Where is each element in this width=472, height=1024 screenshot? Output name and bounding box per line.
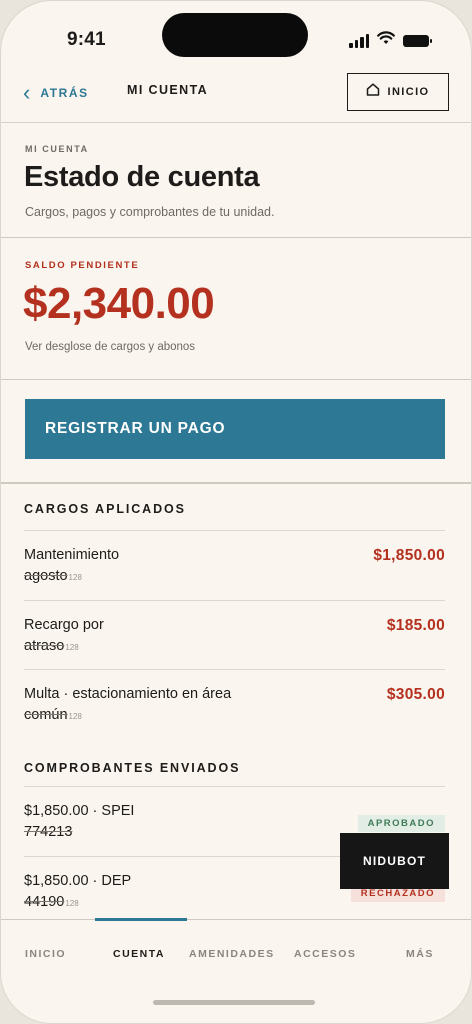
home-button[interactable]: INICIO	[347, 73, 449, 111]
charge-name: Recargo por atraso128	[24, 617, 104, 654]
charge-name: Multa · estacionamiento en área común128	[24, 686, 232, 723]
wifi-icon	[377, 31, 395, 50]
back-label: ATRÁS	[40, 86, 89, 100]
tab-mas[interactable]: MÁS	[406, 948, 434, 960]
charge-amount: $1,850.00	[373, 547, 445, 564]
charges-heading: CARGOS APLICADOS	[24, 502, 186, 516]
breakdown-link[interactable]: Ver desglose de cargos y abonos	[25, 341, 195, 353]
dynamic-island	[162, 13, 308, 57]
tab-amenidades[interactable]: AMENIDADES	[189, 948, 275, 960]
page-title: Estado de cuenta	[24, 161, 260, 193]
charge-name: Mantenimiento agosto128	[24, 547, 120, 584]
chevron-left-icon: ‹	[23, 80, 31, 105]
status-bar: 9:41	[1, 1, 471, 71]
top-nav: ‹ ATRÁS MI CUENTA INICIO	[1, 71, 471, 123]
charge-amount: $305.00	[386, 686, 445, 703]
charge-row[interactable]: Recargo por atraso128 $185.00	[24, 600, 445, 669]
receipt-name: $1,850.00 · SPEI 774213	[24, 803, 135, 840]
bottom-tab-bar: INICIO CUENTA AMENIDADES ACCESOS MÁS	[1, 918, 471, 1023]
header-title: MI CUENTA	[127, 83, 209, 97]
charge-row[interactable]: Multa · estacionamiento en área común128…	[24, 669, 445, 739]
page-eyebrow: MI CUENTA	[25, 144, 89, 154]
battery-icon	[403, 34, 432, 47]
signal-icon	[349, 33, 369, 48]
page-subtitle: Cargos, pagos y comprobantes de tu unida…	[25, 205, 275, 219]
tab-cuenta[interactable]: CUENTA	[113, 948, 165, 960]
page-header: MI CUENTA Estado de cuenta Cargos, pagos…	[1, 123, 471, 238]
home-indicator	[153, 1000, 315, 1005]
register-payment-button[interactable]: REGISTRAR UN PAGO	[25, 399, 445, 459]
receipt-name: $1,850.00 · DEP 44190128	[24, 873, 132, 910]
phone-screen: 9:41 ‹ ATRÁS MI CUENTA INICIO MI CUENTA …	[0, 0, 472, 1024]
nidubot-button[interactable]: NIDUBOT	[340, 833, 449, 889]
balance-amount: $2,340.00	[23, 279, 215, 328]
status-icons	[349, 31, 432, 50]
home-icon	[366, 83, 380, 101]
charge-amount: $185.00	[386, 617, 445, 634]
back-button[interactable]: ‹ ATRÁS	[23, 80, 89, 105]
status-badge: APROBADO	[357, 815, 445, 832]
tab-inicio[interactable]: INICIO	[25, 948, 66, 960]
active-tab-indicator	[95, 918, 187, 921]
tab-accesos[interactable]: ACCESOS	[294, 948, 356, 960]
status-time: 9:41	[67, 29, 106, 50]
balance-label: SALDO PENDIENTE	[25, 260, 140, 271]
charge-row[interactable]: Mantenimiento agosto128 $1,850.00	[24, 530, 445, 600]
home-button-label: INICIO	[387, 86, 430, 98]
receipts-heading: COMPROBANTES ENVIADOS	[24, 761, 241, 775]
balance-card: SALDO PENDIENTE $2,340.00 Ver desglose d…	[1, 239, 471, 380]
divider	[1, 482, 471, 484]
